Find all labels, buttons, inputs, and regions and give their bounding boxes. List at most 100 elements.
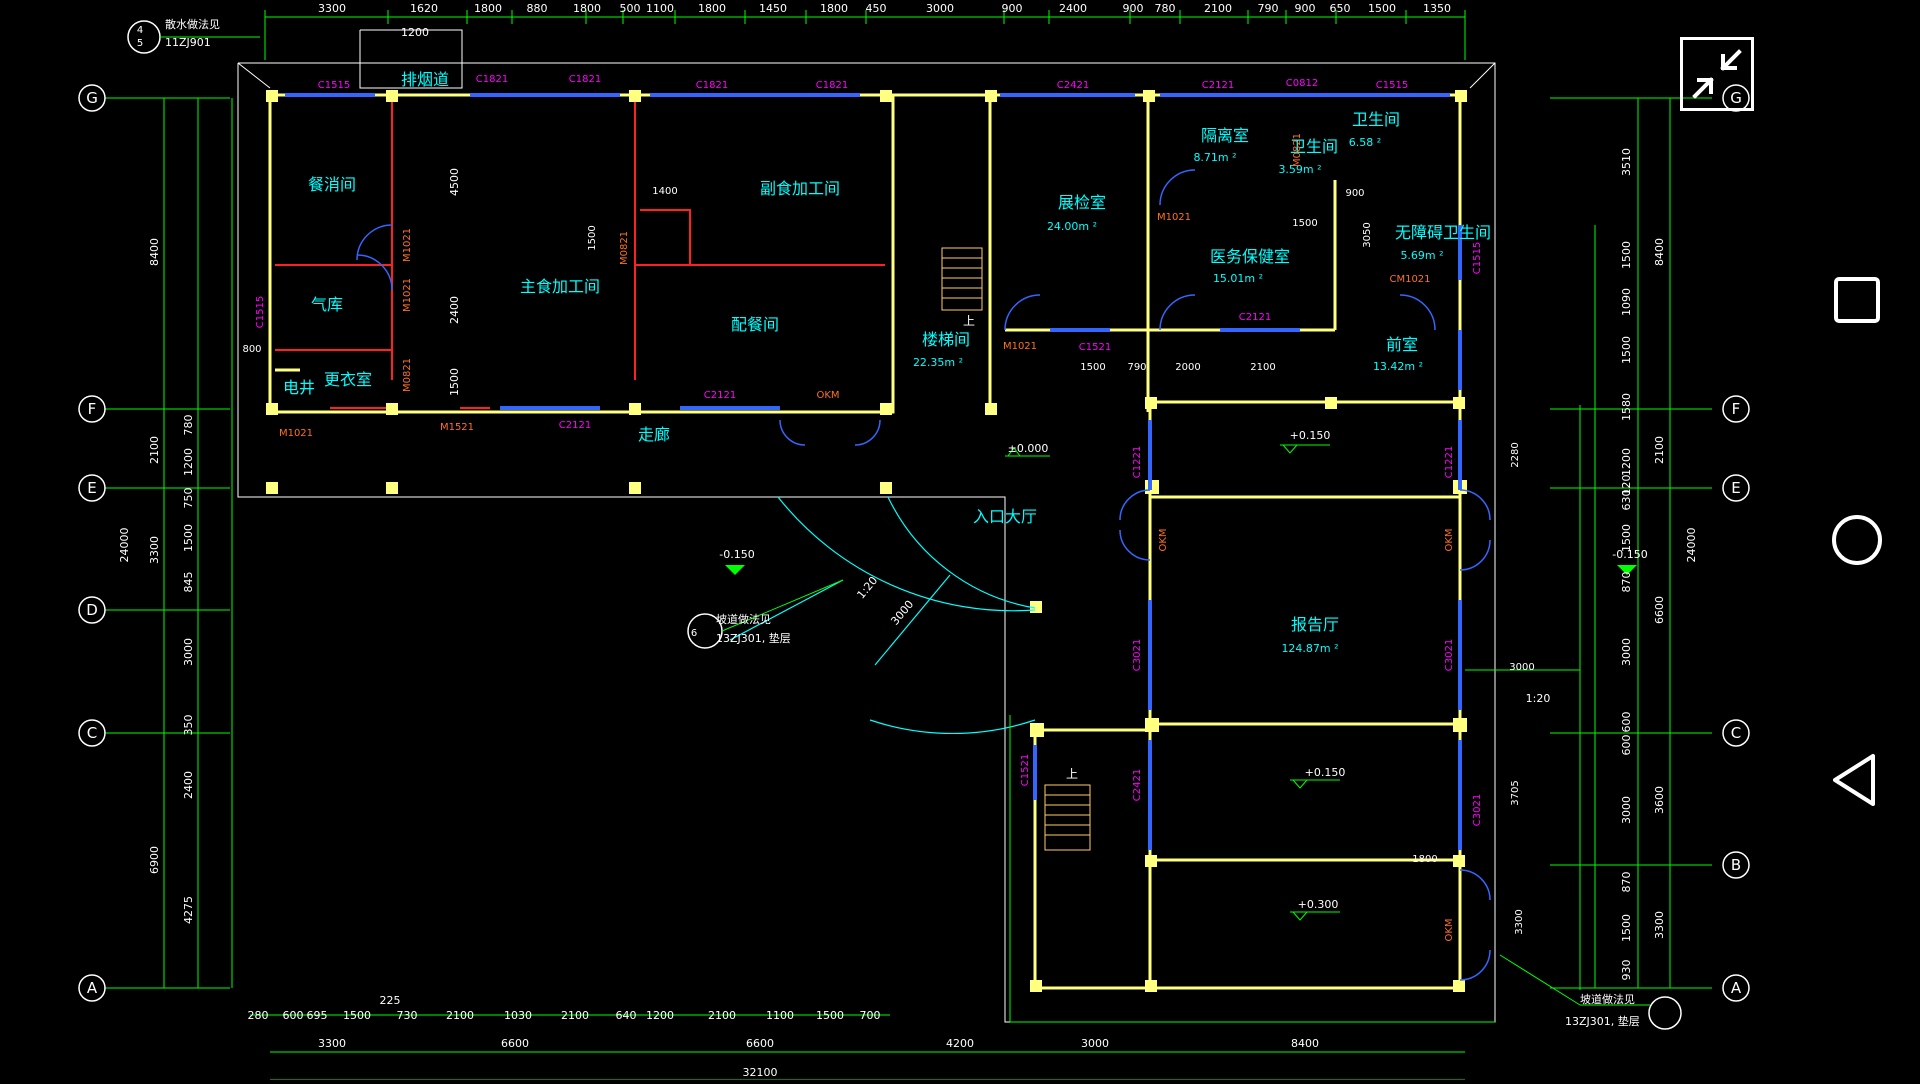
room-qianshi: 前室 [1386, 335, 1418, 354]
misc-dim-13: 1800 [1412, 854, 1437, 865]
win-label-5: C2421 [1057, 80, 1089, 91]
door-label-10: OKM [816, 390, 839, 401]
dim-left-outer-4: 6900 [148, 846, 161, 874]
room-zhanjian-area: 24.00m ² [1047, 220, 1097, 233]
stair-up-1: 上 [963, 314, 975, 328]
back-button[interactable] [1817, 740, 1897, 820]
room-gengyi: 更衣室 [324, 370, 372, 389]
room-yiwu-area: 15.01m ² [1213, 272, 1263, 285]
exit-fullscreen-button[interactable] [1680, 37, 1754, 111]
door-label-11: OKM [1158, 528, 1169, 551]
dim-left-inner-10: 2400 [182, 771, 195, 799]
misc-dim-12: 3705 [1510, 780, 1521, 805]
dim-right-inner-5: 1200 [1620, 448, 1633, 476]
dim-bottom-8: 640 [616, 1009, 637, 1022]
dim-top-15: 900 [1123, 2, 1144, 15]
room-qianshi-area: 13.42m ² [1373, 360, 1423, 373]
room-yiwu: 医务保健室 [1210, 247, 1290, 266]
misc-dim-2: 1500 [1080, 362, 1105, 373]
dim-right-inner-15: 1500 [1620, 914, 1633, 942]
win-label-1: C1821 [476, 74, 508, 85]
room-qiku: 气库 [311, 295, 343, 314]
dim-top-18: 790 [1258, 2, 1279, 15]
cad-drawing-viewer[interactable]: 3300 1620 1200 1800 880 1800 500 1100 18… [0, 0, 1795, 1081]
dim-bottom2-2: 6600 [746, 1037, 774, 1050]
dim-bottom-2: 695 [307, 1009, 328, 1022]
dim-bottom-7: 2100 [561, 1009, 589, 1022]
door-label-8: M0821 [1292, 133, 1303, 167]
dim-right-inner-3: 1500 [1620, 336, 1633, 364]
dim-right-inner-11: 600 [1620, 712, 1633, 733]
dim-top-19: 900 [1295, 2, 1316, 15]
win-label-9: C1515 [255, 296, 266, 328]
dim-right-outer-1: 2100 [1653, 436, 1666, 464]
dim-left-inner-8: 3000 [182, 638, 195, 666]
dim-bottom-5: 2100 [446, 1009, 474, 1022]
note1-sub: 5 [137, 38, 143, 49]
axis-left-A: A [87, 979, 98, 997]
dim-right-outer-2: 24000 [1685, 528, 1698, 563]
win-label-13: C2121 [559, 420, 591, 431]
win-label-20: C3021 [1472, 794, 1483, 826]
recent-apps-icon [1834, 277, 1880, 323]
home-icon [1832, 515, 1882, 565]
dim-right-inner-1: 1500 [1620, 241, 1633, 269]
room-baogao: 报告厅 [1291, 615, 1339, 634]
home-button[interactable] [1817, 500, 1897, 580]
misc-dim-9: 800 [242, 344, 261, 355]
room-louti-area: 22.35m ² [913, 356, 963, 369]
dim-top-13: 900 [1002, 2, 1023, 15]
win-label-16: C3021 [1132, 639, 1143, 671]
dim-top-2: 1200 [401, 26, 429, 39]
room-zhushi: 主食加工间 [520, 277, 600, 296]
stair-up-2: 上 [1066, 767, 1078, 781]
recent-apps-button[interactable] [1817, 260, 1897, 340]
note2-title: 坡道做法见 [716, 612, 771, 626]
win-label-15: C1221 [1444, 446, 1455, 478]
dim-bottom2-5: 8400 [1291, 1037, 1319, 1050]
win-label-18: C2421 [1132, 769, 1143, 801]
dim-bottom2-3: 4200 [946, 1037, 974, 1050]
level-0: ±0.000 [1008, 442, 1049, 455]
room-weisheng2: 卫生间 [1352, 110, 1400, 129]
door-label-12: OKM [1444, 528, 1455, 551]
dim-left-outer-0: 8400 [148, 238, 161, 266]
axis-left-E: E [87, 479, 96, 497]
dim-left-inner-6: 1500 [182, 524, 195, 552]
dim-top-21: 1500 [1368, 2, 1396, 15]
room-peican: 配餐间 [731, 315, 779, 334]
dim-left-outer-2: 24000 [118, 528, 131, 563]
dim-bottom-12: 1500 [816, 1009, 844, 1022]
axis-right-B: B [1731, 856, 1741, 874]
door-label-2: M0821 [402, 358, 413, 392]
level-3: +0.150 [1305, 766, 1346, 779]
win-label-8: C1515 [1376, 80, 1408, 91]
dim-bottom-9: 1200 [646, 1009, 674, 1022]
room-louti: 楼梯间 [922, 330, 970, 349]
room-dianjing: 电井 [283, 378, 315, 397]
dim-left-inner-1: 2400 [448, 296, 461, 324]
level-4: +0.300 [1298, 898, 1339, 911]
dim-right-inner-4: 1580 [1620, 393, 1633, 421]
dim-right-inner-0: 3510 [1620, 148, 1633, 176]
door-label-5: M1021 [1003, 341, 1037, 352]
level-2: -0.150 [719, 548, 754, 561]
door-label-13: OKM [1444, 918, 1455, 941]
dim-bottom2-1: 6600 [501, 1037, 529, 1050]
dim-top-0: 3300 [318, 2, 346, 15]
room-zoulang: 走廊 [638, 425, 670, 444]
misc-dim-11: 3000 [1509, 662, 1534, 673]
room-paiyandao: 排烟道 [401, 70, 449, 89]
dim-left-inner-5: 750 [182, 488, 195, 509]
note1-num: 4 [137, 25, 143, 36]
dim-left-outer-1: 2100 [148, 436, 161, 464]
dim-bottom-11: 1100 [766, 1009, 794, 1022]
misc-dim-6: 900 [1345, 188, 1364, 199]
room-wuzhangai: 无障碍卫生间 [1395, 223, 1491, 242]
note2-num: 6 [691, 628, 697, 639]
axis-right-E: E [1731, 479, 1740, 497]
level-5: -0.150 [1612, 548, 1647, 561]
ramp-dim: 3000 [888, 598, 916, 628]
dim-top-12: 3000 [926, 2, 954, 15]
win-label-11: C1521 [1079, 342, 1111, 353]
